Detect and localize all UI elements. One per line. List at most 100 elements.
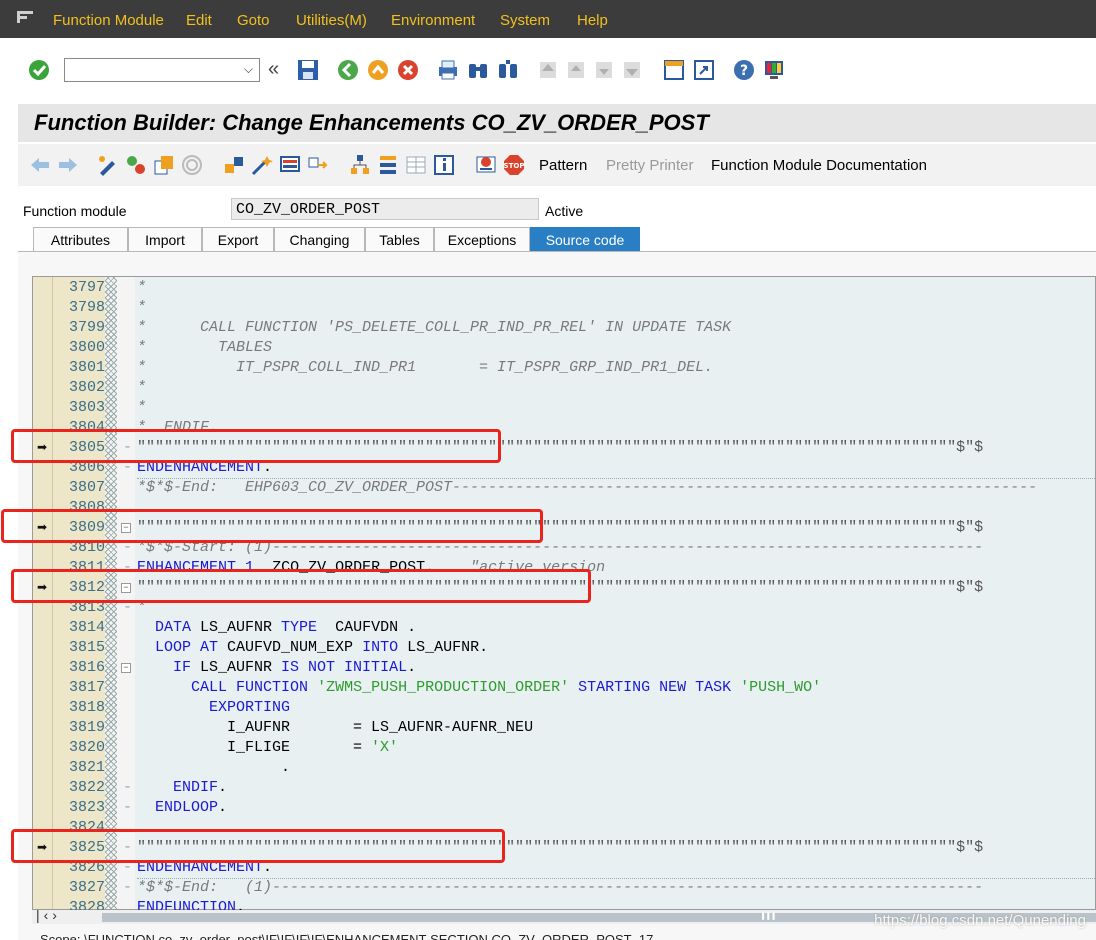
line-number: 3821 [68,759,105,776]
next-page-icon[interactable] [592,58,616,82]
menu-function-module[interactable]: Function Module [53,12,164,30]
function-module-label: Function module [23,203,127,219]
code-line[interactable]: 3827 - *$*$-End: (1)----------------------… [33,878,1096,898]
code-line[interactable]: 3802 * [33,378,1096,398]
chevron-down-icon[interactable]: ⌵ [244,62,253,77]
hierarchy-icon[interactable] [348,153,372,177]
line-number: 3800 [68,339,105,356]
status-badge: Active [545,203,584,219]
other-object-icon[interactable] [152,153,176,177]
command-field[interactable]: ⌵ [64,58,260,82]
pattern-button[interactable]: Pattern [539,157,587,174]
code-text: * IT_PSPR_COLL_IND_PR1 = IT_PSPR_GRP_IND… [137,359,714,376]
code-area[interactable]: 3797 * 3798 * 3799 * CALL FUNCTION 'PS_DELETE… [1,276,1096,911]
code-line[interactable]: 3820 I_FLIGE = 'X' [33,738,1096,758]
code-line[interactable]: 3823 - ENDLOOP. [33,798,1096,818]
code-line[interactable]: 3819 I_AUFNR = LS_AUFNR-AUFNR_NEU [33,718,1096,738]
where-used-icon[interactable] [250,153,274,177]
navigation-window-icon[interactable] [376,153,400,177]
find-next-icon[interactable] [496,58,520,82]
set-breakpoint-icon[interactable] [474,153,498,177]
line-number: 3807 [68,479,105,496]
first-page-icon[interactable] [536,58,560,82]
tab-attributes[interactable]: Attributes [33,227,128,251]
code-line[interactable]: 3815 LOOP AT CAUFVD_NUM_EXP INTO LS_AUFN… [33,638,1096,658]
display-change-icon[interactable] [96,153,120,177]
enter-check-icon[interactable] [28,58,52,82]
code-line[interactable]: 3797 * [33,278,1096,298]
svg-text:?: ? [740,63,748,79]
test-icon[interactable] [278,153,302,177]
arrow-right-icon[interactable] [56,153,80,177]
shortcut-icon[interactable] [692,58,716,82]
command-input[interactable] [65,59,235,81]
code-text: I_FLIGE = 'X' [137,739,399,756]
code-line[interactable]: 3799 * CALL FUNCTION 'PS_DELETE_COLL_PR_I… [33,318,1096,338]
line-number: 3799 [68,319,105,336]
status-bar: Scope: \FUNCTION co_zv_order_post\IF\IF\… [0,928,1096,940]
help-icon[interactable]: ? [732,58,756,82]
line-number: 3817 [68,679,105,696]
code-text: *$*$-End: EHP603_CO_ZV_ORDER_POST-------… [137,479,1038,496]
system-menu-icon[interactable] [16,9,36,25]
menu-environment[interactable]: Environment [391,12,475,30]
code-text: * [137,399,147,416]
save-icon[interactable] [296,58,320,82]
last-page-icon[interactable] [620,58,644,82]
split-screen-icon[interactable] [404,153,428,177]
code-line[interactable]: 3800 * TABLES [33,338,1096,358]
find-icon[interactable] [466,58,490,82]
exit-icon[interactable] [366,58,390,82]
grip-icon: ▌▌▌ [762,914,778,920]
line-number: 3801 [68,359,105,376]
scroll-arrows-icon[interactable]: |‹› [36,907,61,923]
fold-toggle-icon[interactable]: − [121,663,131,673]
enhance-icon[interactable] [306,153,330,177]
tab-export[interactable]: Export [202,227,274,251]
code-line[interactable]: 3801 * IT_PSPR_COLL_IND_PR1 = IT_PSPR_GRP… [33,358,1096,378]
stop-icon[interactable]: STOP [502,153,526,177]
check-syntax-icon[interactable] [180,153,204,177]
code-line[interactable]: 3807 *$*$-End: EHP603_CO_ZV_ORDER_POST---… [33,478,1096,498]
tab-import[interactable]: Import [128,227,202,251]
function-module-documentation-button[interactable]: Function Module Documentation [711,157,927,174]
arrow-left-icon[interactable] [28,153,52,177]
code-line[interactable]: 3798 * [33,298,1096,318]
line-number: 3820 [68,739,105,756]
code-line[interactable]: 3816 − IF LS_AUFNR IS NOT INITIAL. [33,658,1096,678]
breakpoint-highlight-box [1,509,543,543]
code-line[interactable]: 3821 . [33,758,1096,778]
info-icon[interactable] [432,153,456,177]
activate-icon[interactable] [222,153,246,177]
svg-text:STOP: STOP [504,162,525,170]
code-line[interactable]: 3822 - ENDIF. [33,778,1096,798]
print-icon[interactable] [436,58,460,82]
menu-system[interactable]: System [500,12,550,30]
code-line[interactable]: 3818 EXPORTING [33,698,1096,718]
cancel-icon[interactable] [396,58,420,82]
code-text: * [137,279,147,296]
menu-help[interactable]: Help [577,12,608,30]
customize-layout-icon[interactable] [762,58,786,82]
back-icon[interactable] [336,58,360,82]
fold-guide: - [123,879,133,896]
menu-utilities[interactable]: Utilities(M) [296,12,367,30]
menu-edit[interactable]: Edit [186,12,212,30]
new-session-icon[interactable] [662,58,686,82]
menu-goto[interactable]: Goto [237,12,270,30]
code-line[interactable]: 3814 DATA LS_AUFNR TYPE CAUFVDN . [33,618,1096,638]
code-line[interactable]: 3803 * [33,398,1096,418]
tab-exceptions[interactable]: Exceptions [434,227,530,251]
tab-tables[interactable]: Tables [365,227,434,251]
line-number: 3818 [68,699,105,716]
pretty-printer-button[interactable]: Pretty Printer [606,157,694,174]
code-line[interactable]: 3817 CALL FUNCTION 'ZWMS_PUSH_PRODUCTION… [33,678,1096,698]
tab-strip: Attributes Import Export Changing Tables… [18,227,1096,252]
line-number: 3823 [68,799,105,816]
tab-changing[interactable]: Changing [274,227,365,251]
code-text: EXPORTING [209,699,291,716]
tab-source-code[interactable]: Source code [530,227,640,251]
collapse-toolbar-icon[interactable]: « [268,59,279,79]
previous-page-icon[interactable] [564,58,588,82]
active-inactive-icon[interactable] [124,153,148,177]
